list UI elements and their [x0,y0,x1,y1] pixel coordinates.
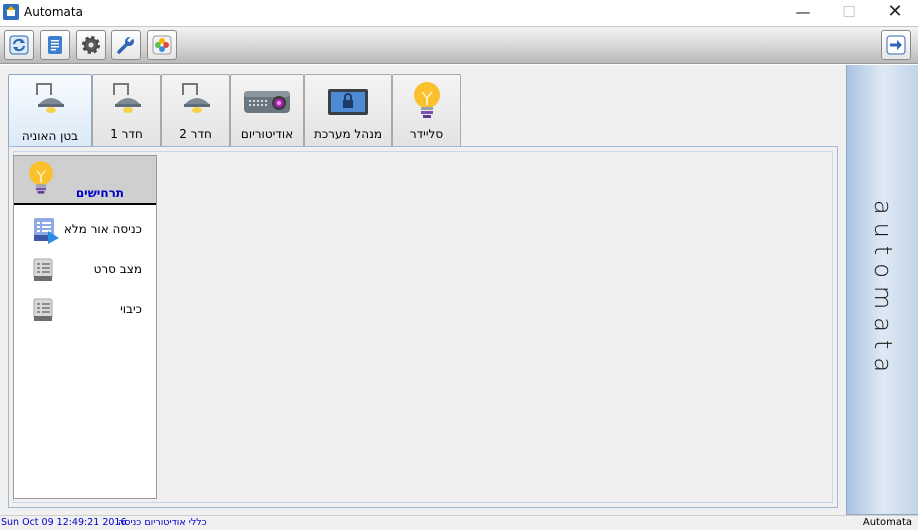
toolbar [0,26,918,64]
tab-room-2[interactable]: חדר 2 [161,74,230,146]
arrow-right-icon [886,35,906,55]
scenario-label: כניסה אור מלא [63,222,142,236]
minimize-button[interactable]: — [780,0,826,26]
tab-slider[interactable]: סליידר [392,74,461,146]
tab-label: חדר 1 [110,127,143,141]
scenario-item-off[interactable]: כיבוי [32,296,156,326]
lightbulb-icon [413,82,440,118]
photos-icon [152,35,172,55]
tab-label: חדר 2 [179,127,212,141]
close-button[interactable]: ✕ [872,0,918,26]
tab-room-1[interactable]: חדר 1 [92,74,161,146]
main-area: בטן האוניה חדר 1 חדר 2 אודיטוריום מנהל מ… [0,65,846,515]
projector-icon [244,91,290,113]
refresh-button[interactable] [4,30,34,60]
refresh-icon [9,35,29,55]
settings-button[interactable] [76,30,106,60]
maximize-button[interactable]: ☐ [826,0,872,26]
scenarios-title: תרחישים [75,186,124,200]
window-title: Automata [24,5,83,19]
tab-label: סליידר [409,127,444,141]
ceiling-lamp-icon [112,83,141,113]
scenarios-panel: תרחישים כניסה אור מלא מצב סרט כיבוי [13,155,157,499]
scenario-label: מצב סרט [93,262,142,276]
exit-button[interactable] [881,30,911,60]
document-icon [48,36,62,54]
photos-button[interactable] [147,30,177,60]
status-datetime: Sun Oct 09 12:49:21 2016 [1,517,127,528]
status-bar: Sun Oct 09 12:49:21 2016 כללי אודיטוריום… [0,515,918,530]
scenarios-header: תרחישים [14,156,156,205]
scenario-label: כיבוי [120,302,142,316]
side-brand-panel: automata [846,65,918,515]
brand-text: automata [868,199,897,380]
scenario-item-movie-mode[interactable]: מצב סרט [32,256,156,286]
title-bar: Automata — ☐ ✕ [0,0,918,26]
app-home-icon [3,4,19,20]
document-button[interactable] [40,30,70,60]
ceiling-lamp-icon [36,83,64,113]
tab-label: אודיטוריום [240,127,294,141]
lightbulb-icon [29,161,53,194]
tools-button[interactable] [111,30,141,60]
tab-boat-hull[interactable]: בטן האוניה [8,74,92,148]
ceiling-lamp-icon [181,83,210,113]
lock-screen-icon [328,89,368,115]
scenario-item-full-light[interactable]: כניסה אור מלא [32,216,156,246]
scenario-doc-icon [33,298,53,321]
gear-icon [82,36,100,54]
tab-label: בטן האוניה [21,129,79,143]
scenario-doc-icon [33,258,53,281]
scenario-play-icon [34,218,59,244]
tab-system-admin[interactable]: מנהל מערכת [304,74,392,146]
status-app-name: Automata [862,517,912,528]
tab-label: מנהל מערכת [313,127,383,141]
tab-auditorium[interactable]: אודיטוריום [230,74,304,146]
status-message: כללי אודיטוריום כניסה [118,517,207,528]
wrench-icon [117,36,134,54]
